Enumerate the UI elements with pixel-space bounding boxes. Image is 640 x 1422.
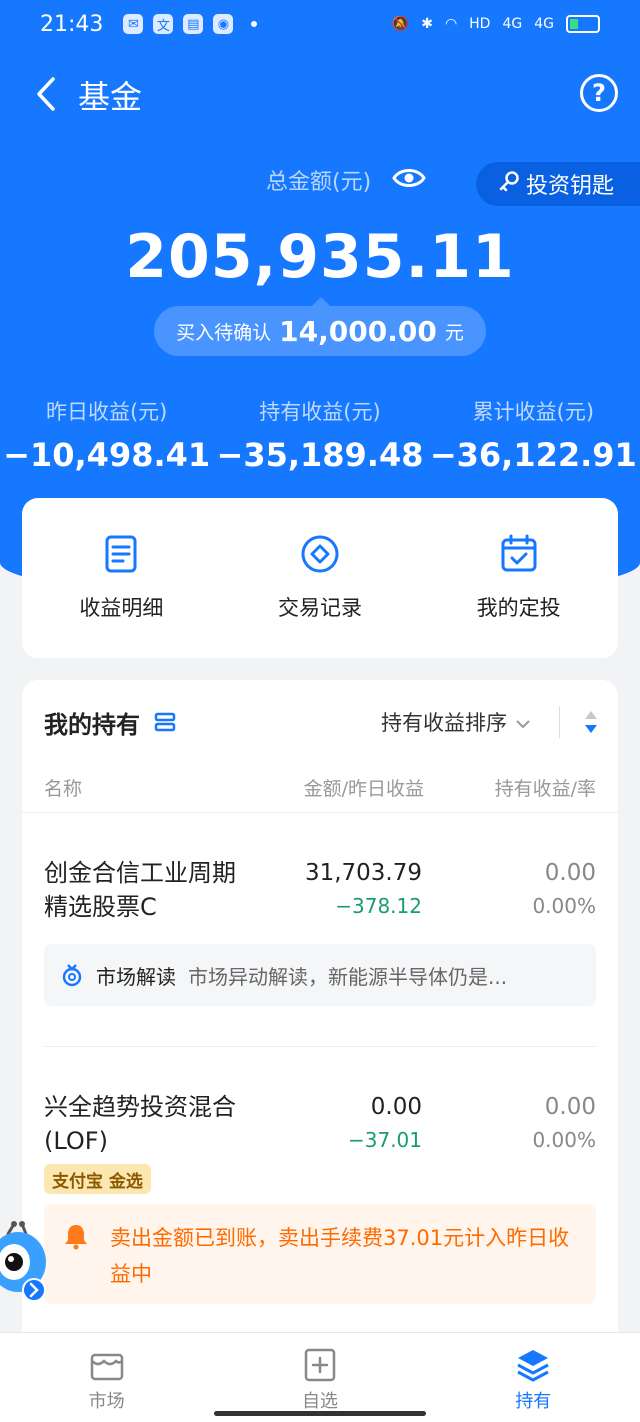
layers-icon xyxy=(515,1347,551,1383)
nav-bar: 基金 ? xyxy=(0,60,640,128)
sell-notice[interactable]: 卖出金额已到账，卖出手续费37.01元计入昨日收益中 xyxy=(44,1204,596,1304)
invest-key-label: 投资钥匙 xyxy=(526,174,615,199)
pending-value: 14,000.00 xyxy=(279,314,437,348)
fund-hold-rate: 0.00% xyxy=(532,1128,596,1152)
status-app-icons: ✉ 文 ▤ ◉ xyxy=(123,14,258,34)
fund-row[interactable]: 兴全趋势投资混合(LOF) 0.00 −37.01 0.00 0.00% 支付宝… xyxy=(44,1090,596,1310)
profit-stats: 昨日收益(元) −10,498.41 持有收益(元) −35,189.48 累计… xyxy=(0,396,640,474)
sort-label: 持有收益排序 xyxy=(381,711,507,735)
action-label: 我的定投 xyxy=(476,596,561,620)
tab-watchlist[interactable]: 自选 xyxy=(213,1333,426,1422)
add-box-icon xyxy=(302,1347,338,1383)
stat-value: −10,498.41 xyxy=(3,436,211,474)
music-app-icon: ◉ xyxy=(213,14,234,34)
fund-name: 兴全趋势投资混合(LOF) xyxy=(44,1093,236,1155)
col-profit: 持有收益/率 xyxy=(494,778,596,800)
page-title: 基金 xyxy=(78,78,143,116)
action-label: 交易记录 xyxy=(278,596,362,620)
list-view-icon[interactable] xyxy=(154,712,176,732)
back-arrow-icon[interactable] xyxy=(26,74,66,114)
mute-icon: 🔕 xyxy=(391,16,410,32)
home-indicator[interactable] xyxy=(214,1411,426,1416)
pending-buy-badge[interactable]: 买入待确认 14,000.00 元 xyxy=(154,297,486,356)
total-amount-label: 总金额(元) xyxy=(266,170,372,195)
stat-label: 昨日收益(元) xyxy=(45,400,168,424)
holdings-card: 我的持有 持有收益排序 名称 金额/昨日收益 持有收益/率 创金合信工业周期精选… xyxy=(22,680,618,1340)
fund-hold-profit: 0.00 xyxy=(544,860,596,886)
status-bar: 21:43 ✉ 文 ▤ ◉ 🔕 ✱ ◠ HD 4G 4G xyxy=(0,0,640,48)
fund-amount: 0.00 xyxy=(370,1094,422,1120)
col-name: 名称 xyxy=(44,778,83,800)
wechat-icon: ✉ xyxy=(123,14,144,34)
pending-unit: 元 xyxy=(444,321,464,344)
invest-key-button[interactable]: 投资钥匙 xyxy=(476,162,640,206)
stat-label: 持有收益(元) xyxy=(259,400,381,424)
calendar-check-icon xyxy=(499,534,539,574)
market-tag: 市场解读 xyxy=(96,964,176,989)
app-icon: ▤ xyxy=(183,14,204,34)
quick-actions-card: 收益明细 交易记录 我的定投 xyxy=(22,498,618,658)
fund-hold-rate: 0.00% xyxy=(532,894,596,918)
auto-invest-button[interactable]: 我的定投 xyxy=(419,534,618,622)
diamond-circle-icon xyxy=(300,534,340,574)
tab-label: 持有 xyxy=(515,1391,552,1412)
notification-dot xyxy=(251,21,258,27)
fund-day-profit: −378.12 xyxy=(335,894,422,918)
action-label: 收益明细 xyxy=(79,596,164,620)
help-icon[interactable]: ? xyxy=(580,74,618,112)
medal-icon xyxy=(60,963,84,987)
signal-icon: 4G xyxy=(502,16,523,32)
market-text: 市场异动解读，新能源半导体仍是... xyxy=(188,964,508,989)
divider xyxy=(44,1046,596,1047)
sort-order-icon[interactable] xyxy=(584,709,598,735)
tab-market[interactable]: 市场 xyxy=(0,1333,213,1422)
battery-icon xyxy=(566,15,600,33)
document-icon xyxy=(101,534,141,574)
fund-day-profit: −37.01 xyxy=(347,1128,422,1152)
bottom-tab-bar: 市场 自选 持有 xyxy=(0,1332,640,1422)
status-indicators: 🔕 ✱ ◠ HD 4G 4G xyxy=(392,15,600,33)
stat-yesterday[interactable]: 昨日收益(元) −10,498.41 xyxy=(0,396,213,474)
column-headers: 名称 金额/昨日收益 持有收益/率 xyxy=(44,774,596,801)
status-time: 21:43 xyxy=(40,11,104,37)
stat-cumulative[interactable]: 累计收益(元) −36,122.91 xyxy=(427,396,640,474)
bluetooth-icon: ✱ xyxy=(421,16,433,32)
chevron-down-icon xyxy=(515,710,531,734)
fund-hold-profit: 0.00 xyxy=(544,1094,596,1120)
tab-holdings[interactable]: 持有 xyxy=(427,1333,640,1422)
holdings-title: 我的持有 xyxy=(44,710,140,739)
wifi-icon: ◠ xyxy=(444,16,458,32)
mascot-float-button[interactable] xyxy=(0,1220,48,1312)
market-insight[interactable]: 市场解读 市场异动解读，新能源半导体仍是... xyxy=(44,944,596,1006)
tab-label: 自选 xyxy=(301,1391,338,1412)
stat-value: −35,189.48 xyxy=(216,436,424,474)
tab-label: 市场 xyxy=(88,1391,125,1412)
trade-records-button[interactable]: 交易记录 xyxy=(221,534,420,622)
divider xyxy=(22,812,618,813)
total-amount: 205,935.11 xyxy=(125,222,515,292)
stat-holding[interactable]: 持有收益(元) −35,189.48 xyxy=(213,396,426,474)
notice-text: 卖出金额已到账，卖出手续费37.01元计入昨日收益中 xyxy=(110,1226,570,1286)
fund-amount: 31,703.79 xyxy=(304,860,422,886)
bell-icon xyxy=(62,1222,90,1250)
col-amount: 金额/昨日收益 xyxy=(303,778,424,800)
divider xyxy=(559,706,560,738)
pending-label: 买入待确认 xyxy=(176,321,272,344)
sort-dropdown[interactable]: 持有收益排序 xyxy=(381,707,531,737)
signal-icon: 4G xyxy=(534,16,554,32)
market-icon xyxy=(89,1347,125,1383)
hd-icon: HD xyxy=(469,16,491,32)
fund-name: 创金合信工业周期精选股票C xyxy=(44,859,236,921)
eye-icon[interactable] xyxy=(392,166,426,190)
alipay-selected-badge: 支付宝 金选 xyxy=(44,1164,151,1194)
stat-label: 累计收益(元) xyxy=(472,400,595,424)
fund-row[interactable]: 创金合信工业周期精选股票C 31,703.79 −378.12 0.00 0.0… xyxy=(44,856,596,1016)
holdings-header: 我的持有 持有收益排序 xyxy=(44,702,598,742)
stat-value: −36,122.91 xyxy=(429,436,637,474)
key-icon xyxy=(498,170,520,198)
app-icon: 文 xyxy=(153,14,174,34)
profit-detail-button[interactable]: 收益明细 xyxy=(22,534,221,622)
